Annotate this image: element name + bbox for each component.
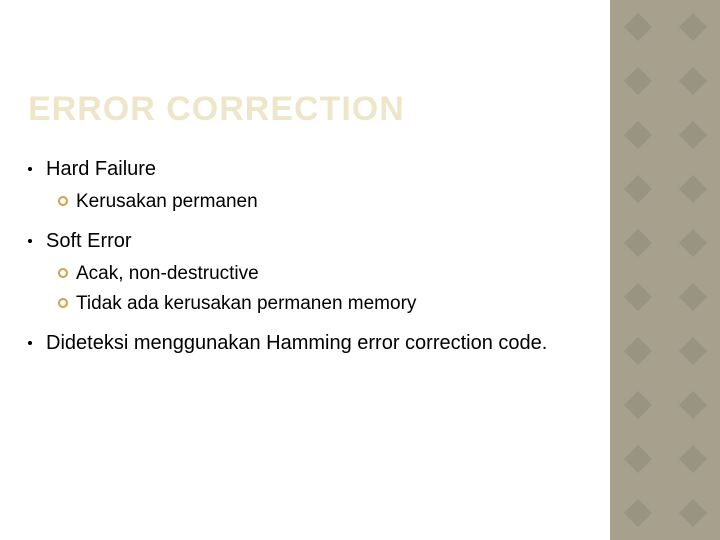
bullet-dot-icon	[28, 167, 32, 171]
sub-list-item-label: Tidak ada kerusakan permanen memory	[76, 291, 416, 317]
list-item-label: Hard Failure	[46, 155, 156, 183]
sub-list-item: Acak, non-destructive	[58, 261, 590, 287]
list-item-label: Dideteksi menggunakan Hamming error corr…	[46, 329, 547, 357]
bullet-circle-icon	[58, 298, 68, 308]
list-item: Dideteksi menggunakan Hamming error corr…	[28, 329, 590, 357]
sub-list-item: Kerusakan permanen	[58, 189, 590, 215]
list-item-label: Soft Error	[46, 227, 132, 255]
list-item: Hard Failure	[28, 155, 590, 183]
list-item: Soft Error	[28, 227, 590, 255]
sub-list-item-label: Acak, non-destructive	[76, 261, 259, 287]
bullet-dot-icon	[28, 239, 32, 243]
bullet-circle-icon	[58, 268, 68, 278]
bullet-dot-icon	[28, 341, 32, 345]
slide-content: Hard Failure Kerusakan permanen Soft Err…	[28, 155, 590, 363]
sub-list-item: Tidak ada kerusakan permanen memory	[58, 291, 590, 317]
slide: ERROR CORRECTION Hard Failure Kerusakan …	[0, 0, 720, 540]
sub-list-item-label: Kerusakan permanen	[76, 189, 258, 215]
decorative-sidebar	[610, 0, 720, 540]
slide-title: ERROR CORRECTION	[28, 90, 405, 129]
bullet-circle-icon	[58, 196, 68, 206]
